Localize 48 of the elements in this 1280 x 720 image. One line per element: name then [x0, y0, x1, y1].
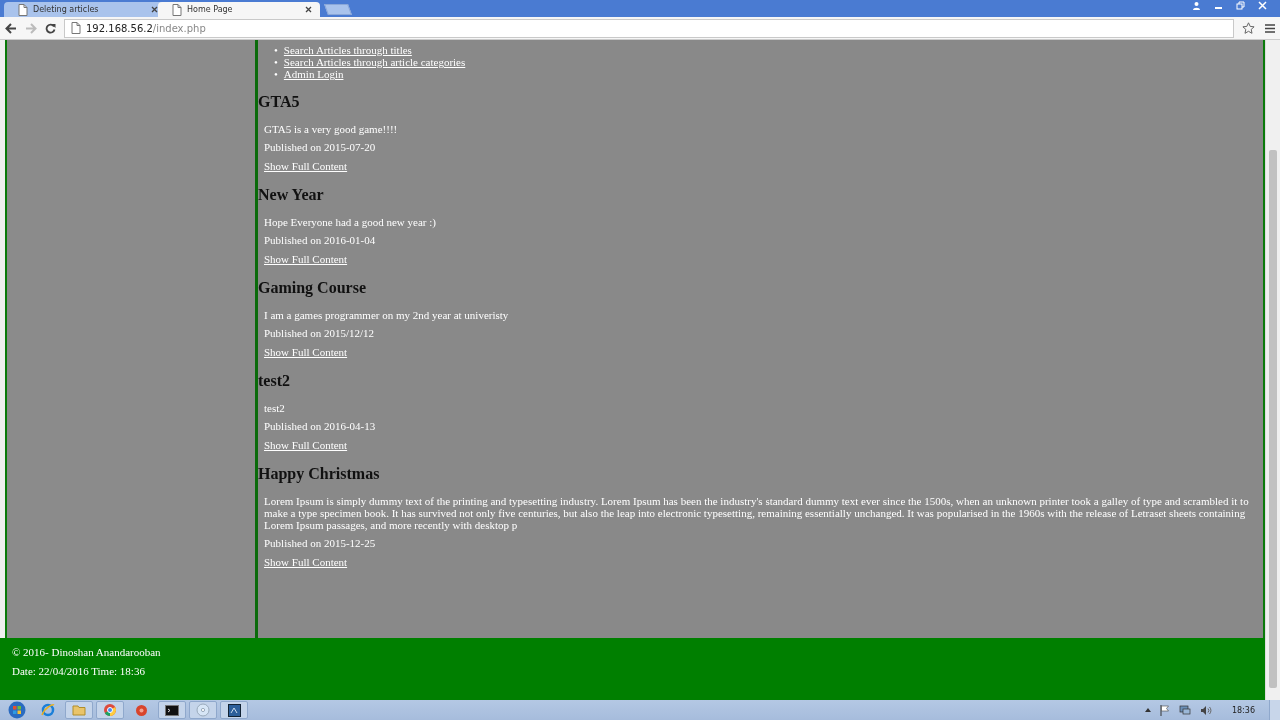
- bullet-mark: •: [274, 68, 278, 80]
- caret-icon[interactable]: [1144, 708, 1151, 712]
- flag-icon[interactable]: [1159, 704, 1170, 716]
- article-text: GTA5 is a very good game!!!!: [264, 123, 399, 135]
- nav-link[interactable]: Search Articles through article categories: [283, 56, 466, 68]
- publish-date: Published on 2016-04-13: [264, 420, 377, 433]
- bullet-mark: •: [274, 44, 278, 56]
- article-title: New Year: [258, 185, 325, 205]
- clock-text: 18:36: [1231, 705, 1255, 715]
- network-icon[interactable]: [1178, 704, 1191, 716]
- publish-date: Published on 2016-01-04: [264, 234, 377, 247]
- copyright-text: © 2016- Dinoshan Anandarooban: [12, 646, 162, 659]
- article-title: test2: [258, 371, 291, 391]
- article-text: I am a games programmer on my 2nd year at univeristy: [264, 309, 510, 321]
- article-text: test2: [264, 402, 286, 414]
- page-icon: [71, 22, 81, 34]
- article-title: Gaming Course: [258, 278, 367, 298]
- nav-link[interactable]: Search Articles through titles: [283, 44, 412, 56]
- close-icon[interactable]: [305, 4, 312, 15]
- publish-date: Published on 2015-12-25: [264, 537, 377, 550]
- reload-icon[interactable]: [45, 22, 56, 34]
- show-content-link[interactable]: Show Full Content: [264, 556, 348, 568]
- show-content-link[interactable]: Show Full Content: [264, 439, 348, 451]
- show-content-link[interactable]: Show Full Content: [264, 160, 348, 172]
- article-title: GTA5: [258, 92, 301, 112]
- date-time-text: Date: 22/04/2016 Time: 18:36: [12, 665, 146, 678]
- terminal-icon[interactable]: [158, 701, 186, 719]
- address-field[interactable]: 192.168.56.2/index.php: [64, 18, 1234, 38]
- menu-icon[interactable]: [1265, 23, 1275, 33]
- publish-date: Published on 2015-07-20: [264, 141, 377, 154]
- star-icon[interactable]: [1242, 22, 1255, 34]
- new-tab-button[interactable]: [324, 4, 352, 15]
- nav-link[interactable]: Admin Login: [283, 68, 344, 80]
- show-content-link[interactable]: Show Full Content: [264, 253, 348, 265]
- publish-date: Published on 2015/12/12: [264, 327, 375, 340]
- show-content-link[interactable]: Show Full Content: [264, 346, 348, 358]
- start-button[interactable]: [8, 701, 26, 719]
- article-title: Happy Christmas: [258, 464, 381, 484]
- volume-icon[interactable]: [1199, 704, 1212, 716]
- article-text: Hope Everyone had a good new year :): [264, 216, 437, 228]
- bullet-mark: •: [274, 56, 278, 68]
- back-icon[interactable]: [5, 22, 17, 34]
- article-text: Lorem Ipsum is simply dummy text of the printing and typesetting industry. Lorem Ipsum has been the industry's standard dummy text ever since the 1500s, when an unknown printer took a galley of type and scrambled it to make a type specimen book. It has survived not only five centuries, but also the leap into electronic typesetting, remaining essentially unchanged. It was popularised in the 1960s with the release of Letraset sheets containing Lorem Ipsum passages, and more recently with desktop p: [264, 495, 1250, 531]
- browser-tab[interactable]: Home Page: [158, 2, 320, 17]
- chrome-icon[interactable]: [96, 701, 124, 719]
- app-icon[interactable]: [220, 701, 248, 719]
- close-icon[interactable]: [151, 4, 158, 15]
- scrollbar[interactable]: [1265, 40, 1280, 700]
